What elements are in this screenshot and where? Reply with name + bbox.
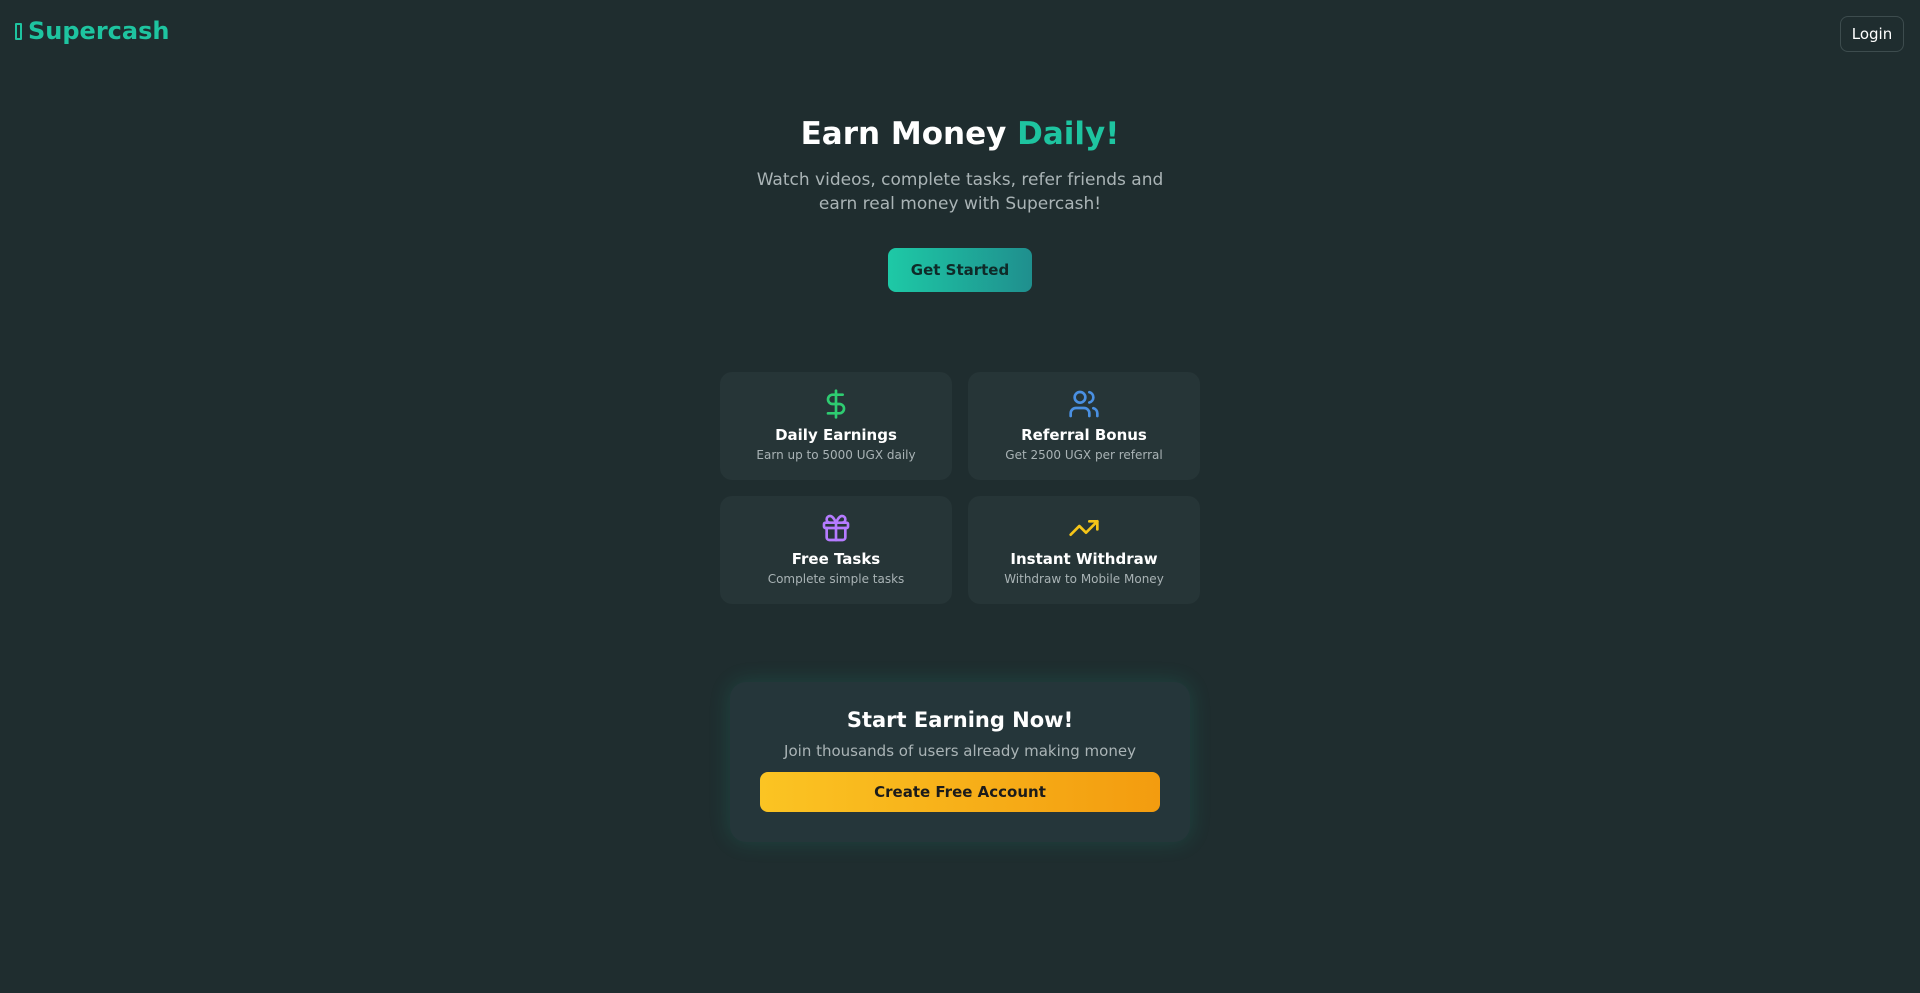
- hero-title-accent: Daily!: [1017, 116, 1120, 152]
- get-started-button[interactable]: Get Started: [888, 248, 1032, 292]
- header: Supercash Login: [0, 0, 1920, 68]
- feature-title: Referral Bonus: [1021, 426, 1147, 444]
- logo-icon: [15, 22, 22, 40]
- feature-description: Complete simple tasks: [767, 572, 905, 586]
- feature-card-instant-withdraw: Instant Withdraw Withdraw to Mobile Mone…: [968, 496, 1200, 604]
- feature-description: Earn up to 5000 UGX daily: [756, 448, 916, 462]
- logo[interactable]: Supercash: [15, 17, 169, 45]
- feature-description: Get 2500 UGX per referral: [1005, 448, 1163, 462]
- feature-title: Free Tasks: [791, 550, 881, 568]
- trending-up-icon: [1069, 520, 1099, 536]
- feature-description: Withdraw to Mobile Money: [1004, 572, 1164, 586]
- feature-card-daily-earnings: Daily Earnings Earn up to 5000 UGX daily: [720, 372, 952, 480]
- feature-card-referral-bonus: Referral Bonus Get 2500 UGX per referral: [968, 372, 1200, 480]
- login-button[interactable]: Login: [1840, 16, 1904, 52]
- gift-icon: [822, 514, 850, 542]
- feature-title: Instant Withdraw: [1010, 550, 1158, 568]
- hero-section: Earn Money Daily! Watch videos, complete…: [0, 112, 1920, 292]
- create-account-button[interactable]: Create Free Account: [760, 772, 1160, 812]
- feature-title: Daily Earnings: [775, 426, 897, 444]
- hero-subtitle: Watch videos, complete tasks, refer frie…: [756, 170, 1164, 214]
- feature-card-free-tasks: Free Tasks Complete simple tasks: [720, 496, 952, 604]
- features-grid: Daily Earnings Earn up to 5000 UGX daily…: [720, 372, 1200, 604]
- signup-title: Start Earning Now!: [846, 708, 1074, 732]
- dollar-icon: [826, 389, 846, 419]
- logo-text: Supercash: [28, 17, 170, 45]
- hero-title: Earn Money Daily!: [0, 112, 1920, 156]
- hero-title-main: Earn Money: [800, 116, 1018, 152]
- signup-card: Start Earning Now! Join thousands of use…: [730, 682, 1190, 842]
- signup-subtitle: Join thousands of users already making m…: [784, 742, 1136, 760]
- users-icon: [1069, 390, 1099, 418]
